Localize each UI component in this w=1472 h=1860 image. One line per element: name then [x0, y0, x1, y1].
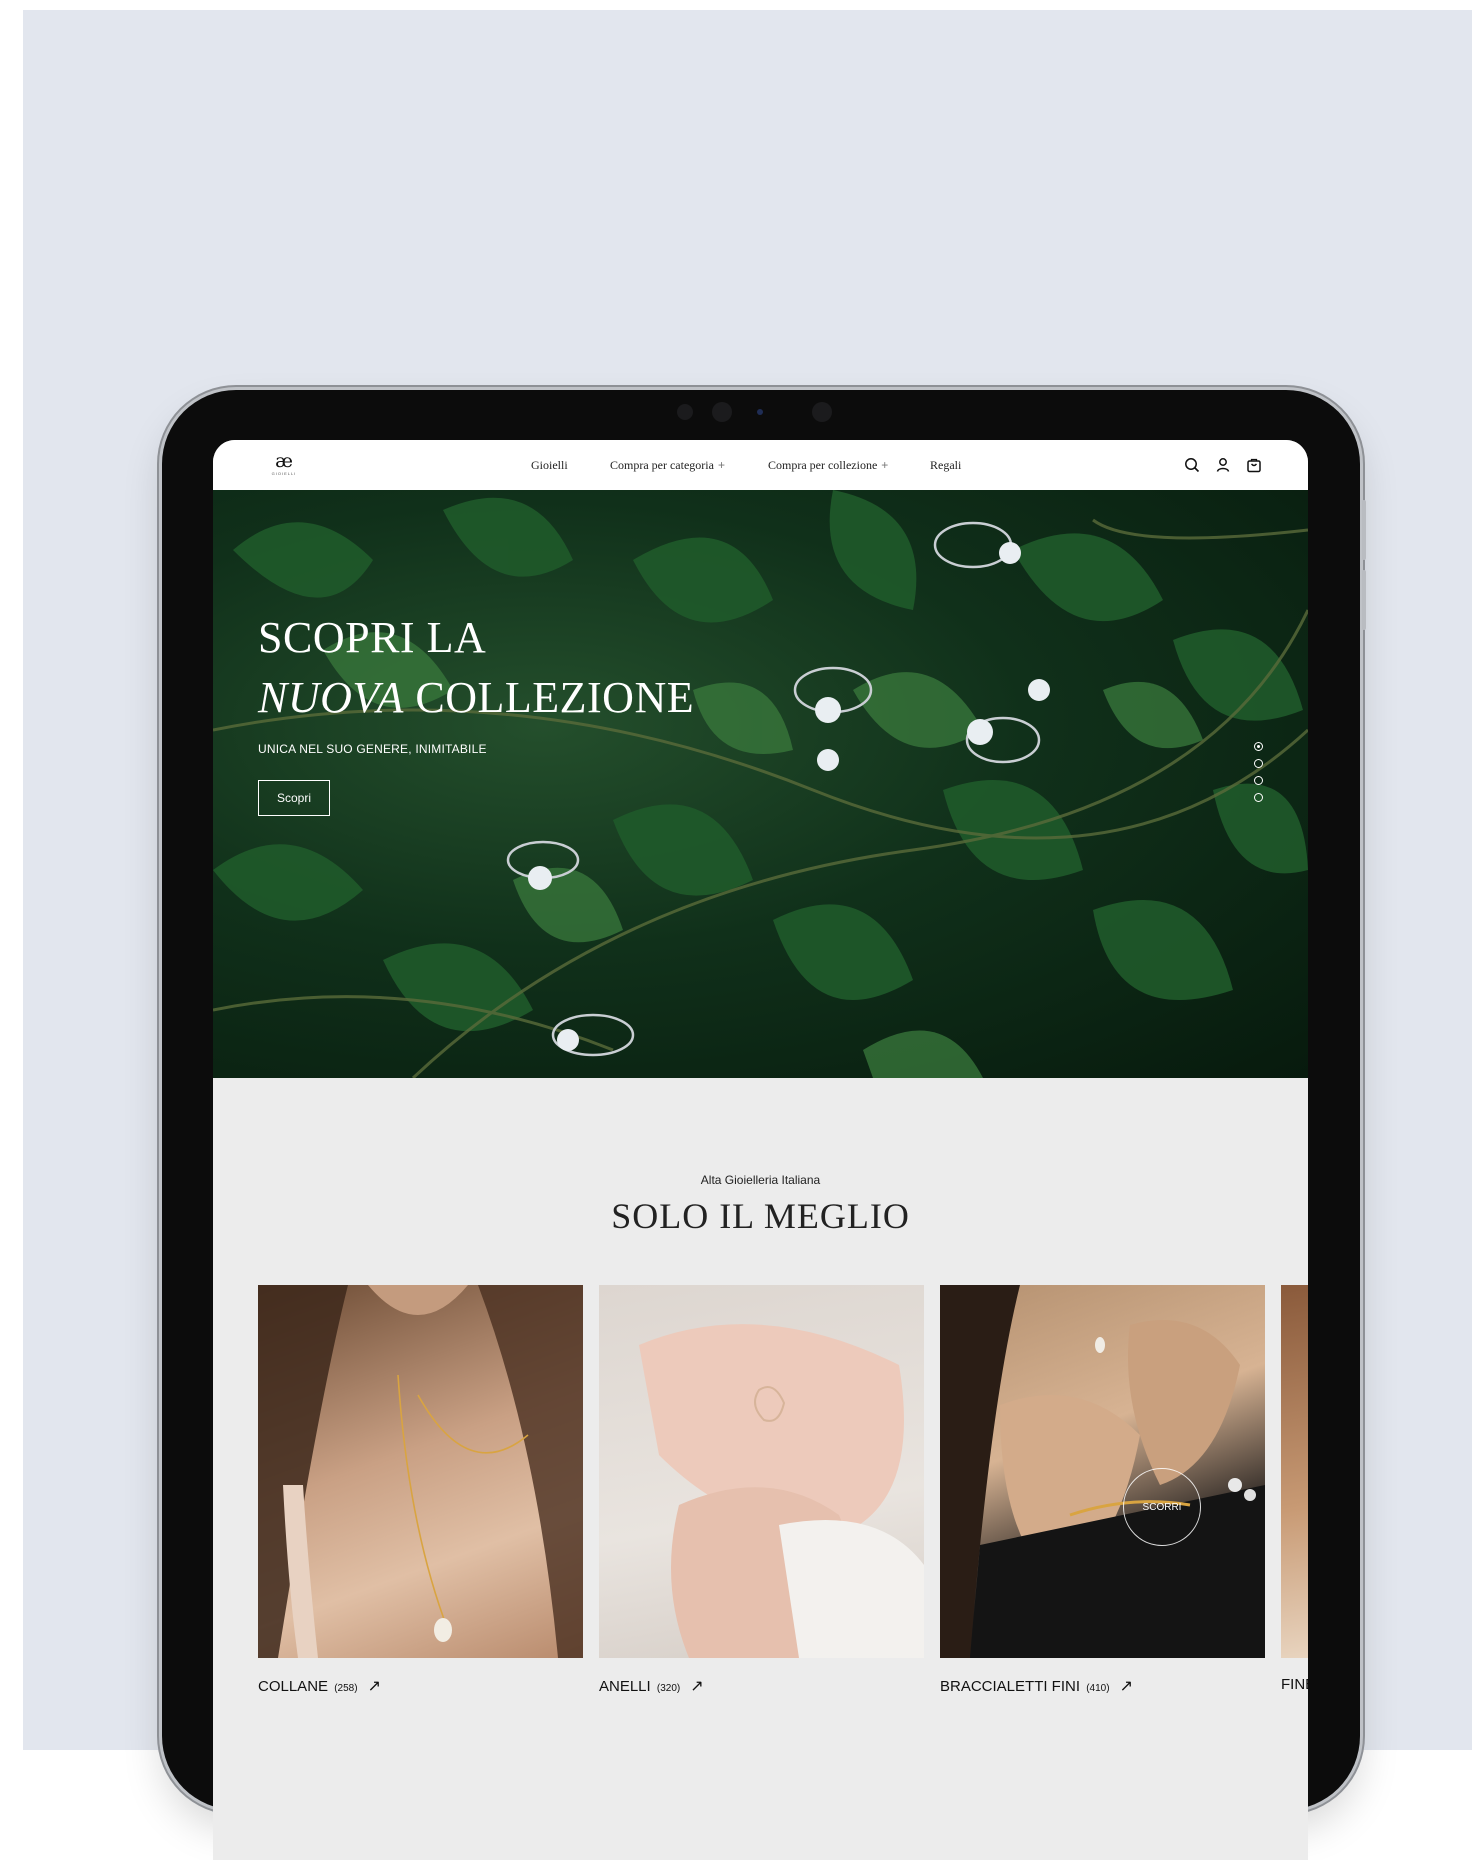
category-card-anelli[interactable]: [599, 1285, 924, 1658]
nav-link-gioielli[interactable]: Gioielli: [531, 458, 568, 473]
camera-sensor: [677, 404, 693, 420]
volume-button: [1362, 500, 1366, 560]
hero-subtitle: UNICA NEL SUO GENERE, INIMITABILE: [258, 742, 487, 756]
category-label[interactable]: ANELLI (320) ↗: [599, 1676, 704, 1696]
nav-links: Gioielli Compra per categoria + Compra pe…: [213, 440, 1308, 490]
category-label[interactable]: BRACCIALETTI FINI (410) ↗: [940, 1676, 1133, 1696]
arrow-up-right-icon: ↗: [1119, 1678, 1133, 1695]
hero-title: SCOPRI LA NUOVA COLLEZIONE: [258, 613, 695, 722]
category-label[interactable]: COLLANE (258) ↗: [258, 1676, 381, 1696]
nav-link-collezione[interactable]: Compra per collezione +: [768, 458, 888, 473]
ring-image: [639, 1324, 924, 1658]
hero-background-image: [213, 490, 1308, 1078]
slider-dot[interactable]: [1254, 793, 1263, 802]
category-label[interactable]: FINE: [1281, 1676, 1308, 1693]
section-title: SOLO IL MEGLIO: [611, 1196, 910, 1236]
tablet-device: æ GIOIELLI Gioielli Compra per categoria…: [162, 390, 1366, 1860]
search-icon[interactable]: [1183, 456, 1201, 474]
camera-sensor: [812, 402, 832, 422]
slider-dots: [1254, 742, 1263, 810]
top-nav: æ GIOIELLI Gioielli Compra per categoria…: [213, 440, 1308, 490]
category-card-collane[interactable]: [258, 1285, 583, 1658]
cart-icon[interactable]: [1245, 456, 1263, 474]
discover-button[interactable]: Scopri: [258, 780, 330, 816]
arrow-up-right-icon: ↗: [367, 1678, 381, 1695]
plus-icon: +: [717, 458, 725, 472]
camera-lens: [712, 402, 732, 422]
hero-banner: SCOPRI LA NUOVA COLLEZIONE UNICA NEL SUO…: [213, 490, 1308, 1078]
category-card-braccialetti[interactable]: [940, 1285, 1265, 1658]
category-card-fine[interactable]: [1281, 1285, 1308, 1658]
slider-dot[interactable]: [1254, 742, 1263, 751]
necklace-image: [258, 1285, 583, 1658]
volume-button: [1362, 570, 1366, 630]
arrow-up-right-icon: ↗: [690, 1678, 704, 1695]
camera-sensor: [757, 409, 763, 415]
scroll-badge[interactable]: SCORRI: [1123, 1468, 1201, 1546]
nav-link-categoria[interactable]: Compra per categoria +: [610, 458, 725, 473]
nav-link-regali[interactable]: Regali: [930, 458, 961, 473]
section-eyebrow: Alta Gioielleria Italiana: [700, 1173, 821, 1187]
user-icon[interactable]: [1214, 456, 1232, 474]
plus-icon: +: [881, 458, 889, 472]
bracelet-image: [940, 1285, 1265, 1658]
screen: æ GIOIELLI Gioielli Compra per categoria…: [213, 440, 1308, 1860]
slider-dot[interactable]: [1254, 759, 1263, 768]
slider-dot[interactable]: [1254, 776, 1263, 785]
